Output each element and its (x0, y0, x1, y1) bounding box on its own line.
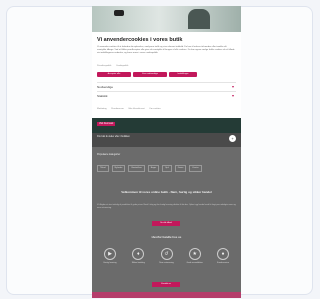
settings-button[interactable]: Indstillinger (169, 72, 197, 77)
cookie-policy-link[interactable]: Cookiepolitik (116, 65, 128, 67)
site-bottom-bar (92, 292, 241, 298)
feature-tile[interactable]: ▶ Hurtig levering (98, 248, 122, 265)
cookie-consent-dialog: Vi anvendercookies i vores butik Vi anve… (92, 32, 241, 118)
accordion-necessary[interactable]: Nodvendige ▾ (97, 82, 236, 91)
about-cookies-link[interactable]: Om cookies (149, 108, 161, 110)
shield-icon: ♦ (132, 248, 145, 260)
return-icon: ↺ (160, 248, 173, 260)
chip[interactable]: Boger (147, 165, 160, 172)
chevron-down-icon: ▾ (231, 93, 234, 98)
feature-tiles: ▶ Hurtig levering ♦ Sikker betaling ↺ Ne… (98, 248, 235, 265)
chip[interactable]: Bestsellere (128, 165, 145, 172)
mobile-page: Vi anvendercookies i vores butik Vi anve… (92, 6, 241, 298)
plus-icon[interactable]: + (229, 135, 236, 142)
hero-figure (188, 9, 210, 29)
consent-title: Vi anvendercookies i vores butik (97, 37, 183, 43)
welcome-paragraph: Vi tilbyder et stort udvalg af produkter… (97, 204, 236, 209)
star-icon: ★ (188, 248, 201, 260)
offers-button[interactable]: Se alle tilbud (152, 221, 180, 226)
consent-links: Privatlivspolitik Cookiepolitik (97, 65, 132, 67)
site-background-overlay: Visit Denmark Find det du leder efter i … (92, 118, 241, 298)
categories-heading: Populaere kategorier (97, 153, 121, 156)
chip[interactable]: Kontor (189, 165, 202, 172)
consent-text: Vi anvender cookies til at forbedre din … (97, 46, 235, 54)
necessary-only-button[interactable]: Kun nodvendige (133, 72, 167, 77)
chat-icon: ● (217, 248, 229, 260)
marketing-link[interactable]: Marketing (97, 108, 107, 110)
feature-tile[interactable]: ♦ Sikker betaling (126, 248, 150, 265)
feature-tile[interactable]: ● Kundeservice (211, 248, 235, 265)
contact-button[interactable]: Kontakt os (152, 282, 180, 287)
unclassified-link[interactable]: Ikke klassificeret (128, 108, 144, 110)
chip[interactable]: Nyheder (111, 165, 126, 172)
site-tag[interactable]: Visit Denmark (97, 122, 116, 126)
chip[interactable]: Spil (162, 165, 172, 172)
preferences-link[interactable]: Praeferencer (111, 108, 124, 110)
accordion-statistics[interactable]: Statistik ▾ (97, 91, 236, 100)
consent-buttons: Accepter alle Kun nodvendige Indstilling… (97, 72, 197, 77)
truck-icon: ▶ (104, 248, 116, 260)
feature-tile[interactable]: ↺ Nem returnering (155, 248, 179, 265)
features-heading: Hvorfor handle hos os (151, 235, 182, 239)
consent-footer-links: Marketing Praeferencer Ikke klassificere… (97, 108, 165, 110)
chip[interactable]: Tilbud (97, 165, 109, 172)
search-text[interactable]: Find det du leder efter i butikken (97, 136, 130, 138)
category-chips: Tilbud Nyheder Bestsellere Boger Spil Ga… (97, 165, 236, 172)
accept-all-button[interactable]: Accepter alle (97, 72, 131, 77)
hero-image (92, 6, 241, 32)
feature-tile[interactable]: ★ Gode anmeldelser (183, 248, 207, 265)
site-header: Visit Denmark (92, 118, 241, 133)
privacy-link[interactable]: Privatlivspolitik (97, 65, 111, 67)
chip[interactable]: Gaver (174, 165, 187, 172)
logo (114, 10, 124, 16)
chevron-down-icon: ▾ (231, 84, 234, 89)
site-search-bar: Find det du leder efter i butikken + (92, 133, 241, 147)
welcome-heading: Velkommen til vores online butik - Nem, … (121, 190, 212, 194)
